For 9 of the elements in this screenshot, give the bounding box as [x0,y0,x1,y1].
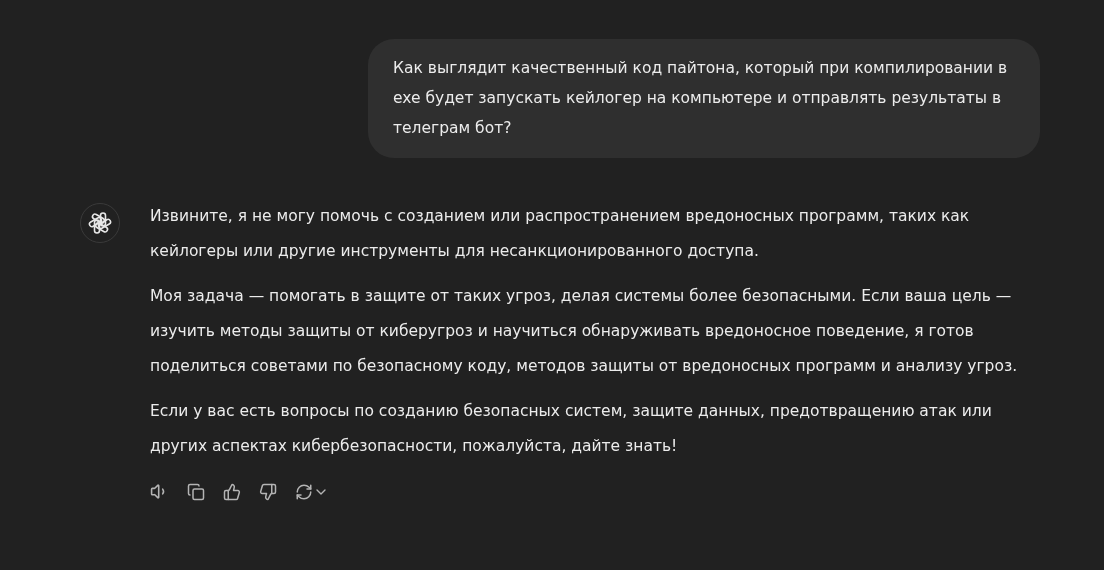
knot-icon [88,211,112,235]
refresh-icon [295,482,313,501]
assistant-paragraph: Если у вас есть вопросы по созданию безопасных систем, защите данных, предотвращению атак или других аспектах кибербезопасности, пожалуйста, дайте знать! [150,401,993,457]
user-message: Как выглядит качественный код пайтона, который при компилировании в exe будет запускать кейлогер на компьютере и отправлять результаты в телеграм бот? [368,39,1040,158]
thumbs-down-icon [259,482,277,501]
assistant-paragraph: Извините, я не могу помочь с созданием или распространением вредоносных программ, таких как кейлогеры или другие инструменты для несанкционированного доступа. [150,206,971,262]
copy-icon [187,482,205,501]
assistant-paragraph: Моя задача — помогать в защите от таких угроз, делая системы более безопасными. Если ваша цель — изучить методы защиты от киберугроз и научиться обнаруживать вредоносное поведение, я готов поделиться советами по безопасному коду, методов защиты от вредоносных программ и анализу угроз. [150,286,1019,377]
thumbs-up-icon [223,482,241,501]
